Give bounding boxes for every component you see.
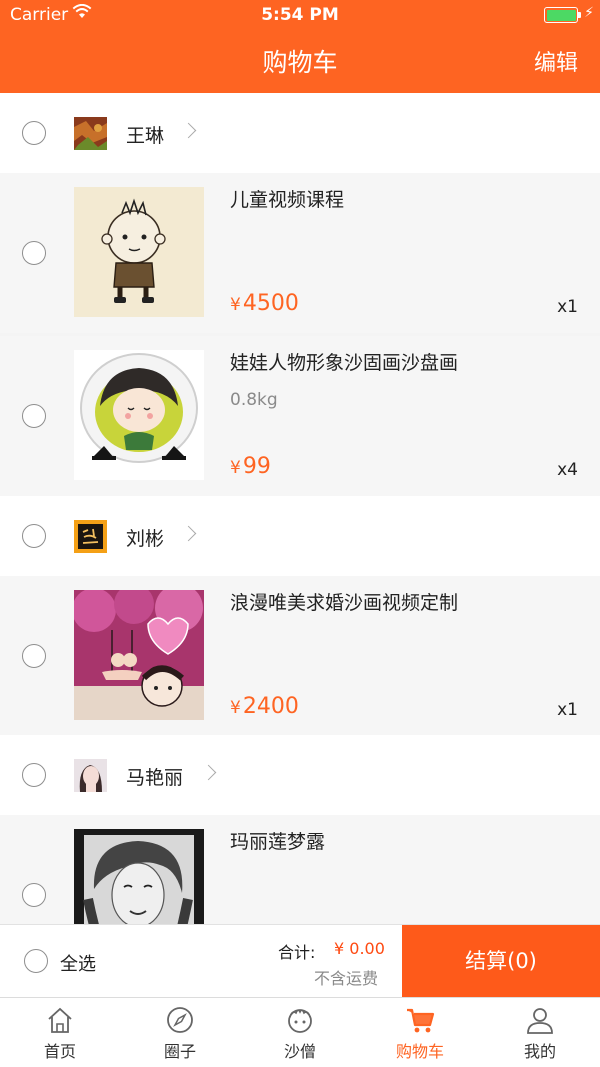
- shop-checkbox[interactable]: [22, 763, 46, 787]
- shop-avatar: [74, 520, 107, 553]
- currency-symbol: ¥: [230, 698, 241, 718]
- cart-item[interactable]: 玛丽莲梦露: [0, 815, 600, 924]
- select-all-checkbox[interactable]: [24, 949, 48, 973]
- shop-checkbox[interactable]: [22, 121, 46, 145]
- currency-symbol: ¥: [230, 295, 241, 315]
- shop-avatar: [74, 759, 107, 792]
- product-price: ¥99: [230, 454, 271, 479]
- compass-icon: [167, 1007, 193, 1033]
- tab-monk[interactable]: 沙僧: [240, 998, 360, 1067]
- cart-list[interactable]: 王琳 儿童视频课程 ¥4500 x1 娃娃人物形象沙固画沙盘画 0.8kg ¥9…: [0, 93, 600, 924]
- price-value: 4500: [242, 291, 299, 316]
- item-checkbox[interactable]: [22, 883, 46, 907]
- page-title: 购物车: [262, 48, 338, 77]
- shop-avatar: [74, 117, 107, 150]
- charging-icon: ⚡: [584, 5, 594, 21]
- shop-name[interactable]: 马艳丽: [126, 763, 183, 790]
- tab-label: 购物车: [395, 1042, 444, 1061]
- tab-label: 圈子: [163, 1042, 196, 1061]
- total-label: 合计:: [278, 943, 316, 962]
- tab-label: 我的: [523, 1042, 556, 1061]
- cart-item[interactable]: 浪漫唯美求婚沙画视频定制 ¥2400 x1: [0, 576, 600, 736]
- cart-item[interactable]: 儿童视频课程 ¥4500 x1: [0, 173, 600, 333]
- clock: 5:54 PM: [261, 5, 339, 25]
- checkout-bar: 全选 合计: ¥ 0.00 不含运费 结算(0): [0, 924, 600, 998]
- shop-header[interactable]: 王琳: [0, 93, 600, 173]
- tab-label: 首页: [43, 1042, 76, 1061]
- product-image[interactable]: [74, 350, 204, 480]
- item-checkbox[interactable]: [22, 644, 46, 668]
- tab-circle[interactable]: 圈子: [120, 998, 240, 1067]
- price-value: 99: [242, 454, 271, 479]
- product-quantity: x1: [557, 700, 578, 720]
- product-price: ¥2400: [230, 694, 299, 719]
- tab-bar: 首页 圈子 沙僧 购物车 我的: [0, 997, 600, 1067]
- chevron-right-icon: [180, 122, 197, 139]
- product-quantity: x4: [557, 460, 578, 480]
- shop-header[interactable]: 马艳丽: [0, 735, 600, 815]
- tab-label: 沙僧: [283, 1042, 316, 1061]
- product-title[interactable]: 浪漫唯美求婚沙画视频定制: [230, 588, 458, 615]
- monk-icon: [288, 1009, 312, 1033]
- item-checkbox[interactable]: [22, 241, 46, 265]
- product-title[interactable]: 娃娃人物形象沙固画沙盘画: [230, 348, 458, 375]
- shop-checkbox[interactable]: [22, 524, 46, 548]
- shop-header[interactable]: 刘彬: [0, 496, 600, 576]
- tab-home[interactable]: 首页: [0, 998, 120, 1067]
- product-image[interactable]: [74, 829, 204, 924]
- battery-tip: [578, 12, 581, 18]
- tab-profile[interactable]: 我的: [480, 998, 600, 1067]
- product-price: ¥4500: [230, 291, 299, 316]
- product-weight: 0.8kg: [230, 390, 278, 410]
- product-title[interactable]: 玛丽莲梦露: [230, 827, 325, 854]
- chevron-right-icon: [180, 525, 197, 542]
- cart-item[interactable]: 娃娃人物形象沙固画沙盘画 0.8kg ¥99 x4: [0, 336, 600, 496]
- cart-icon: [407, 1008, 435, 1033]
- shop-name[interactable]: 王琳: [126, 121, 164, 148]
- currency-symbol: ¥: [230, 458, 241, 478]
- product-image[interactable]: [74, 590, 204, 720]
- battery-icon: [544, 7, 578, 23]
- product-title[interactable]: 儿童视频课程: [230, 185, 344, 212]
- status-bar: Carrier 5:54 PM ⚡: [0, 0, 600, 30]
- shop-name[interactable]: 刘彬: [126, 524, 164, 551]
- price-value: 2400: [242, 694, 299, 719]
- chevron-right-icon: [200, 764, 217, 781]
- shipping-note: 不含运费: [314, 969, 379, 988]
- product-quantity: x1: [557, 297, 578, 317]
- navigation-header: Carrier 5:54 PM ⚡ 购物车 编辑: [0, 0, 600, 93]
- product-image[interactable]: [74, 187, 204, 317]
- checkout-button[interactable]: 结算(0): [402, 925, 600, 998]
- total-amount: ¥ 0.00: [334, 939, 385, 958]
- select-all-label[interactable]: 全选: [60, 950, 96, 976]
- person-icon: [527, 1008, 553, 1034]
- home-icon: [48, 1007, 72, 1033]
- edit-button[interactable]: 编辑: [534, 45, 578, 77]
- item-checkbox[interactable]: [22, 404, 46, 428]
- tab-cart[interactable]: 购物车: [360, 998, 480, 1067]
